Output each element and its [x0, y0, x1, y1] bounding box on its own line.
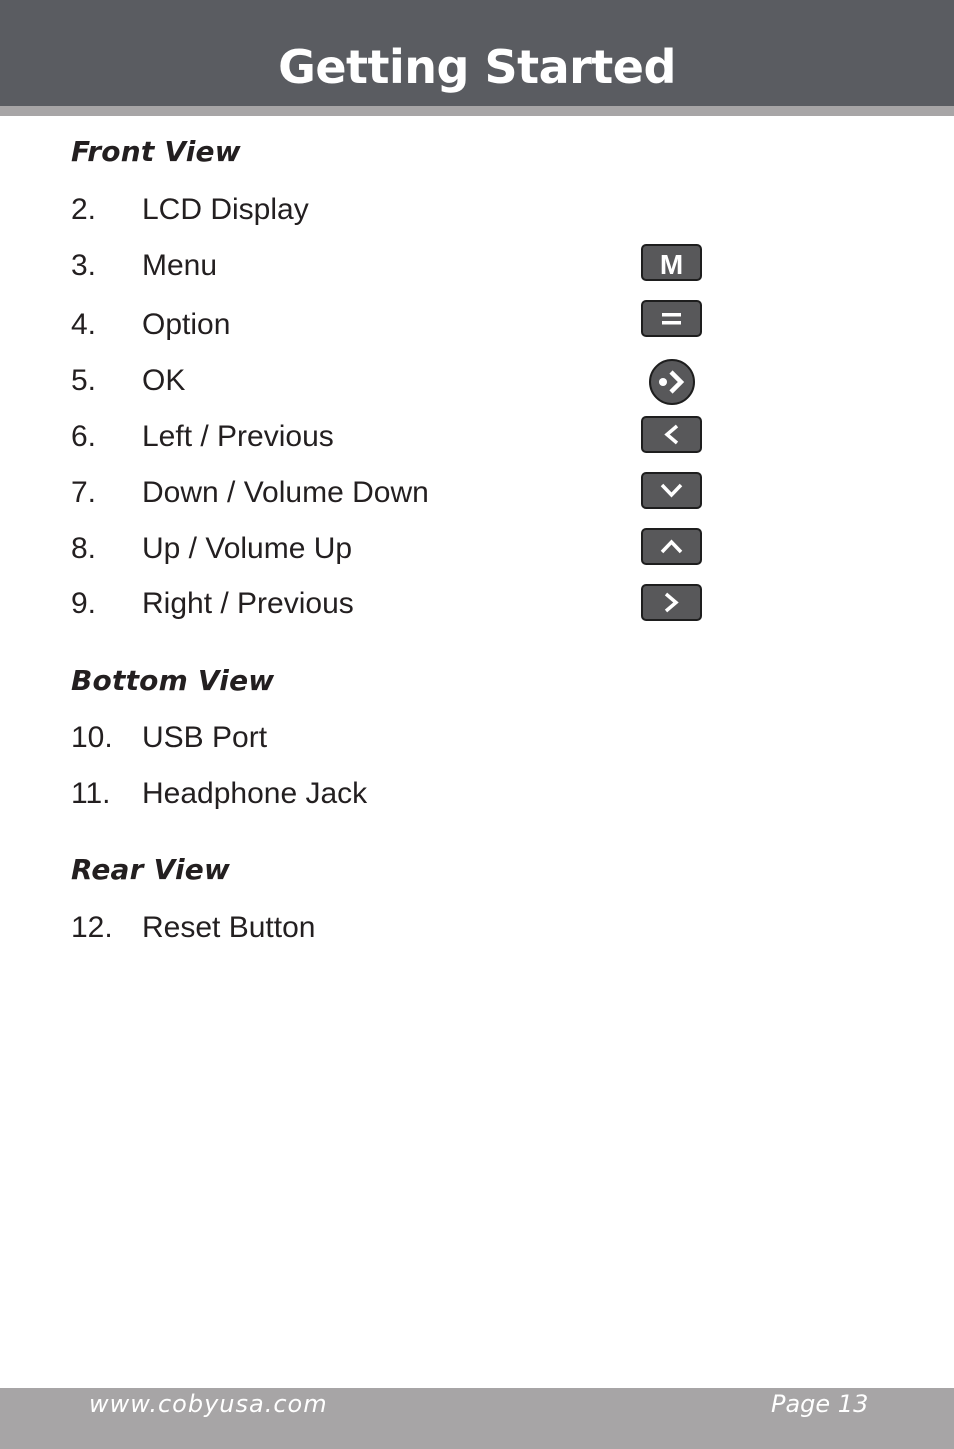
ok-circle-arrow-icon	[649, 359, 695, 405]
menu-m-icon: M	[641, 244, 702, 281]
item-number: 9.	[71, 587, 97, 620]
page-number: Page 13	[771, 1390, 869, 1418]
item-number: 6.	[71, 420, 97, 453]
item-number: 8.	[71, 532, 97, 565]
item-label: OK	[142, 364, 186, 397]
item-number: 11.	[71, 777, 111, 810]
header-divider	[0, 106, 954, 116]
page-title: Getting Started	[278, 40, 676, 94]
item-number: 2.	[71, 193, 97, 226]
item-number: 7.	[71, 476, 97, 509]
svg-text:M: M	[660, 249, 683, 279]
item-number: 4.	[71, 308, 97, 341]
item-label: Right / Previous	[142, 587, 354, 620]
item-number: 3.	[71, 249, 97, 282]
section-heading-rear-view: Rear View	[71, 853, 231, 886]
item-number: 5.	[71, 364, 97, 397]
item-label: Reset Button	[142, 911, 316, 944]
chevron-left-icon	[641, 416, 702, 453]
section-heading-bottom-view: Bottom View	[71, 664, 275, 697]
option-equals-icon	[641, 300, 702, 337]
item-label: Menu	[142, 249, 218, 282]
section-heading-front-view: Front View	[71, 135, 241, 168]
chevron-up-icon	[641, 528, 702, 565]
footer-url: www.cobyusa.com	[89, 1390, 328, 1418]
item-label: Headphone Jack	[142, 777, 368, 810]
item-label: Option	[142, 308, 231, 341]
item-label: USB Port	[142, 721, 268, 754]
item-label: Left / Previous	[142, 420, 334, 453]
item-label: Down / Volume Down	[142, 476, 429, 509]
chevron-right-icon	[641, 584, 702, 621]
item-label: LCD Display	[142, 193, 309, 226]
item-label: Up / Volume Up	[142, 532, 353, 565]
item-number: 10.	[71, 721, 113, 754]
item-number: 12.	[71, 911, 113, 944]
chevron-down-icon	[641, 472, 702, 509]
